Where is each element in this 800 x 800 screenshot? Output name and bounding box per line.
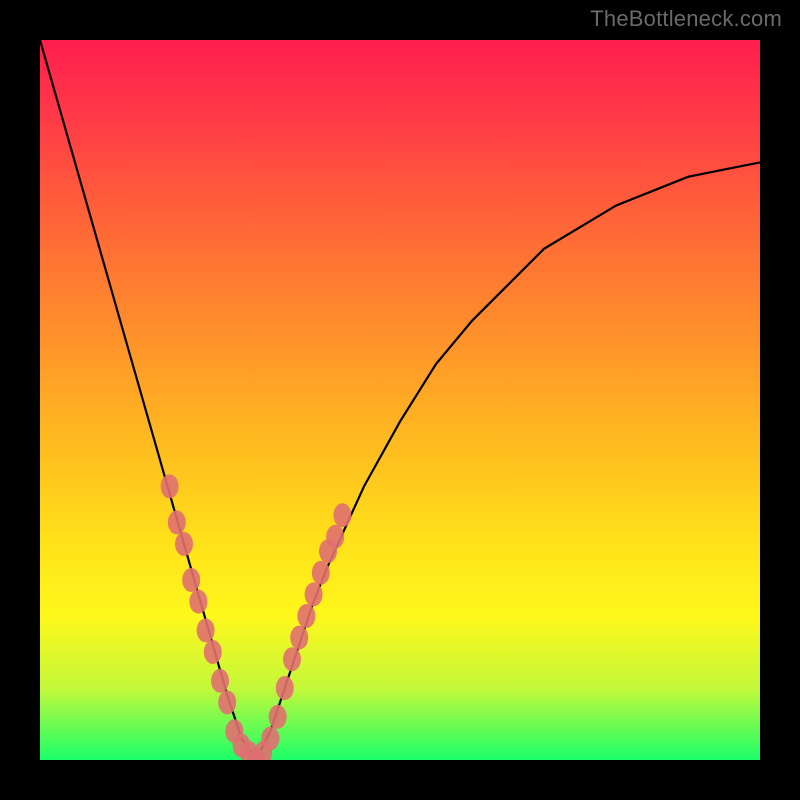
bottleneck-curve: [40, 40, 760, 760]
curve-marker: [218, 690, 236, 714]
curve-marker: [197, 618, 215, 642]
curve-marker: [261, 726, 279, 750]
watermark-label: TheBottleneck.com: [590, 6, 782, 32]
curve-marker: [168, 510, 186, 534]
curve-marker: [283, 647, 301, 671]
curve-marker: [290, 626, 308, 650]
curve-marker: [182, 568, 200, 592]
curve-marker: [211, 669, 229, 693]
curve-marker: [305, 582, 323, 606]
curve-marker: [297, 604, 315, 628]
curve-marker: [269, 705, 287, 729]
curve-marker: [175, 532, 193, 556]
curve-marker: [276, 676, 294, 700]
curve-marker: [333, 503, 351, 527]
curve-marker: [312, 561, 330, 585]
plot-area: [40, 40, 760, 760]
curve-marker: [204, 640, 222, 664]
chart-container: TheBottleneck.com: [0, 0, 800, 800]
curve-overlay: [40, 40, 760, 760]
curve-marker: [326, 525, 344, 549]
curve-marker: [189, 590, 207, 614]
curve-marker: [161, 474, 179, 498]
